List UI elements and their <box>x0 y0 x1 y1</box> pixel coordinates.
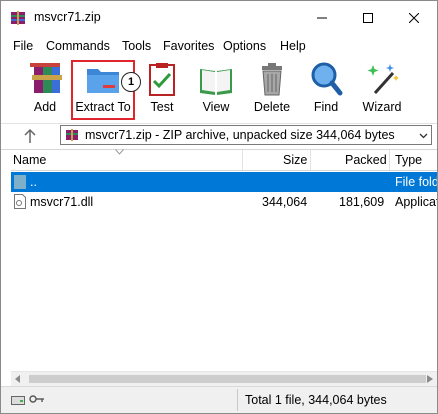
trash-can-icon <box>262 63 282 96</box>
maximize-button[interactable] <box>345 1 391 35</box>
add-label: Add <box>33 100 57 114</box>
view-label: View <box>202 100 230 114</box>
sort-caret-icon <box>115 149 124 155</box>
add-archive-icon <box>30 63 62 93</box>
add-button[interactable]: Add <box>22 59 68 119</box>
minimize-button[interactable] <box>299 1 345 35</box>
find-label: Find <box>313 100 339 114</box>
horizontal-scrollbar[interactable] <box>11 371 437 386</box>
key-icon[interactable] <box>29 394 45 404</box>
menu-file[interactable]: File <box>13 39 33 53</box>
title-bar: msvcr71.zip <box>1 1 437 35</box>
address-row: msvcr71.zip - ZIP archive, unpacked size… <box>1 123 437 150</box>
winrar-app-icon[interactable] <box>10 10 26 26</box>
column-headers: Name Size Packed Type <box>1 149 437 171</box>
menu-options[interactable]: Options <box>223 39 266 53</box>
dll-file-icon <box>14 194 26 209</box>
winrar-window: msvcr71.zip File Commands Tools Favorite… <box>0 0 438 414</box>
delete-button[interactable]: Delete <box>248 59 296 119</box>
test-label: Test <box>150 100 174 114</box>
row-packed: 181,609 <box>339 195 385 209</box>
column-header-packed[interactable]: Packed <box>345 153 387 167</box>
row-type: File folder <box>395 175 437 189</box>
row-name: msvcr71.dll <box>30 195 94 209</box>
archive-icon <box>66 129 78 141</box>
step-badge: 1 <box>121 72 141 92</box>
menu-bar: File Commands Tools Favorites Options He… <box>1 35 437 57</box>
menu-favorites[interactable]: Favorites <box>163 39 214 53</box>
wizard-button[interactable]: Wizard <box>359 59 405 119</box>
row-type: Application extension <box>395 195 438 209</box>
close-button[interactable] <box>391 1 437 35</box>
book-icon <box>200 69 232 95</box>
menu-tools[interactable]: Tools <box>122 39 151 53</box>
maximize-icon <box>363 13 373 23</box>
row-size: 344,064 <box>262 195 308 209</box>
chevron-down-icon[interactable] <box>419 131 428 140</box>
magnifier-icon <box>311 62 343 96</box>
delete-label: Delete <box>253 100 291 114</box>
menu-commands[interactable]: Commands <box>46 39 110 53</box>
column-divider[interactable] <box>242 150 243 170</box>
test-button[interactable]: Test <box>141 59 183 119</box>
checklist-icon <box>149 63 175 96</box>
view-button[interactable]: View <box>194 59 238 119</box>
toolbar: Add Extract To Test View Delete Find Wiz… <box>1 57 437 123</box>
table-row[interactable]: .. File folder <box>11 172 437 192</box>
drive-icon[interactable] <box>11 394 25 406</box>
up-arrow-icon[interactable] <box>21 127 39 145</box>
magic-wand-icon <box>367 64 399 95</box>
row-name: .. <box>30 175 37 189</box>
status-bar: Total 1 file, 344,064 bytes <box>1 386 437 413</box>
status-text: Total 1 file, 344,064 bytes <box>245 393 387 407</box>
parent-folder-icon <box>14 175 26 189</box>
scroll-right-icon[interactable] <box>427 375 433 383</box>
table-row[interactable]: msvcr71.dll 344,064 181,609 Application … <box>11 192 437 212</box>
column-header-name[interactable]: Name <box>13 153 46 167</box>
column-divider[interactable] <box>310 150 311 170</box>
window-title: msvcr71.zip <box>34 10 101 24</box>
address-bar[interactable]: msvcr71.zip - ZIP archive, unpacked size… <box>60 125 432 145</box>
scrollbar-thumb[interactable] <box>29 375 426 383</box>
find-button[interactable]: Find <box>308 59 344 119</box>
address-text: msvcr71.zip - ZIP archive, unpacked size… <box>85 128 395 142</box>
status-divider <box>237 389 238 411</box>
minimize-icon <box>317 17 327 19</box>
column-header-type[interactable]: Type <box>395 153 422 167</box>
close-icon <box>409 13 419 23</box>
left-margin <box>1 170 11 371</box>
menu-help[interactable]: Help <box>280 39 306 53</box>
column-divider[interactable] <box>389 150 390 170</box>
scroll-left-icon[interactable] <box>15 375 21 383</box>
wizard-label: Wizard <box>362 100 402 114</box>
column-header-size[interactable]: Size <box>283 153 307 167</box>
